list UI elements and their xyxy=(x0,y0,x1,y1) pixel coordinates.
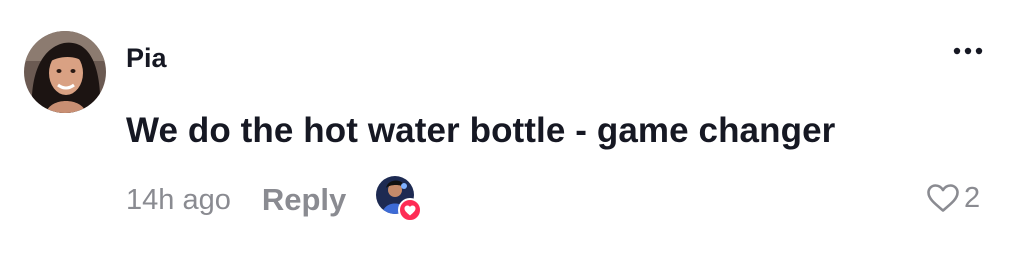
comment-item: Pia We do the hot water bottle - game ch… xyxy=(0,0,1024,272)
comment-meta-row: 14h ago Reply xyxy=(126,176,423,224)
more-options-button[interactable] xyxy=(950,36,986,66)
commenter-avatar[interactable] xyxy=(24,31,106,113)
reply-button[interactable]: Reply xyxy=(262,180,346,220)
creator-liked-indicator[interactable] xyxy=(376,176,423,224)
commenter-username[interactable]: Pia xyxy=(126,42,167,74)
like-button[interactable]: 2 xyxy=(926,178,980,218)
more-horizontal-icon xyxy=(953,47,983,55)
comment-text: We do the hot water bottle - game change… xyxy=(126,111,836,150)
heart-filled-icon xyxy=(398,198,423,222)
comment-timestamp: 14h ago xyxy=(126,184,231,216)
like-count: 2 xyxy=(964,182,981,214)
heart-outline-icon xyxy=(927,184,959,212)
commenter-avatar-image xyxy=(24,31,106,113)
